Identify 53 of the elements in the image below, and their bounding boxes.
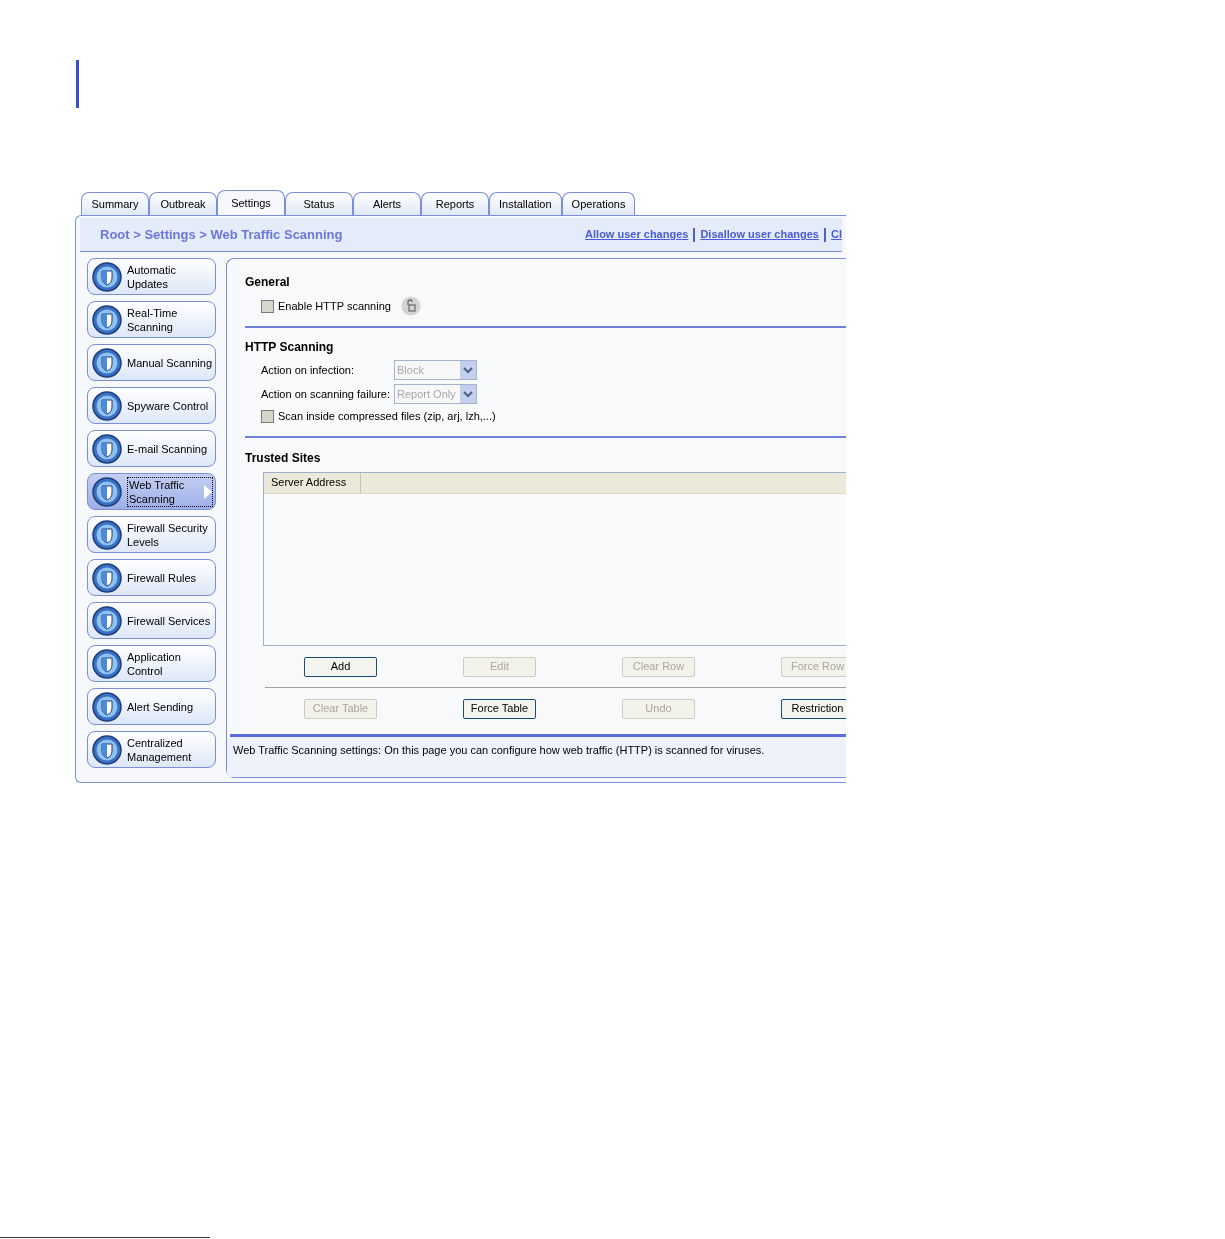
accent-bar — [76, 60, 79, 108]
field-label: Action on infection: — [261, 362, 355, 378]
shield-icon — [92, 605, 122, 636]
link[interactable]: Cl — [831, 226, 842, 243]
nav-item[interactable]: Firewall Rules — [87, 559, 216, 596]
nav-item[interactable]: Centralized Management — [87, 731, 216, 768]
nav-item[interactable]: Web Traffic Scanning — [87, 473, 216, 510]
nav-item[interactable]: Manual Scanning — [87, 344, 216, 381]
field-label: Action on scanning failure: — [261, 386, 392, 402]
shield-icon — [92, 648, 122, 679]
link[interactable]: Disallow user changes — [700, 226, 819, 243]
shield-icon — [92, 519, 122, 550]
shield-icon — [92, 734, 122, 765]
tab[interactable]: Summary — [81, 192, 149, 215]
shield-icon — [92, 433, 122, 464]
shield-icon — [92, 347, 122, 378]
tab[interactable]: Status — [285, 192, 353, 215]
nav-item[interactable]: Firewall Services — [87, 602, 216, 639]
tab[interactable]: Reports — [421, 192, 489, 215]
action-button[interactable]: Add — [304, 656, 377, 677]
section-title: HTTP Scanning — [245, 339, 335, 356]
shield-icon — [92, 390, 122, 421]
action-button[interactable]: Force Table — [463, 698, 536, 719]
nav-item[interactable]: Spyware Control — [87, 387, 216, 424]
shield-icon — [92, 562, 122, 593]
checkbox-label: Scan inside compressed files (zip, arj, lzh,...) — [278, 409, 496, 424]
nav-item[interactable]: Application Control — [87, 645, 216, 682]
tab[interactable]: Settings — [217, 190, 285, 215]
shield-icon — [92, 476, 122, 507]
breadcrumb: Root > Settings > Web Traffic Scanning — [100, 225, 343, 244]
checkbox[interactable] — [261, 299, 274, 313]
nav-item[interactable]: Real-Time Scanning — [87, 301, 216, 338]
tab[interactable]: Outbreak — [149, 192, 217, 215]
link[interactable]: Allow user changes — [585, 226, 689, 243]
padlock-icon — [400, 296, 421, 316]
shield-icon — [92, 691, 122, 722]
shield-icon — [92, 304, 122, 335]
arrow-icon — [204, 485, 212, 499]
checkbox-label: Enable HTTP scanning — [278, 298, 391, 314]
nav-item[interactable]: Automatic Updates — [87, 258, 216, 295]
nav-item[interactable]: Firewall Security Levels — [87, 516, 216, 553]
column-header[interactable]: Server Address — [264, 472, 361, 493]
shield-icon — [92, 261, 122, 292]
tab[interactable]: Installation — [489, 192, 562, 215]
nav-item[interactable]: E-mail Scanning — [87, 430, 216, 467]
tab[interactable]: Alerts — [353, 192, 421, 215]
action-button[interactable]: Restriction — [781, 698, 846, 719]
checkbox[interactable] — [261, 409, 274, 423]
section-title: General — [245, 274, 291, 291]
section-title: Trusted Sites — [245, 449, 322, 467]
tab[interactable]: Operations — [561, 192, 636, 215]
nav-item[interactable]: Alert Sending — [87, 688, 216, 725]
status-text: Web Traffic Scanning settings: On this page you can configure how web traffic (HTTP) is scanned for viruses. — [233, 743, 765, 756]
